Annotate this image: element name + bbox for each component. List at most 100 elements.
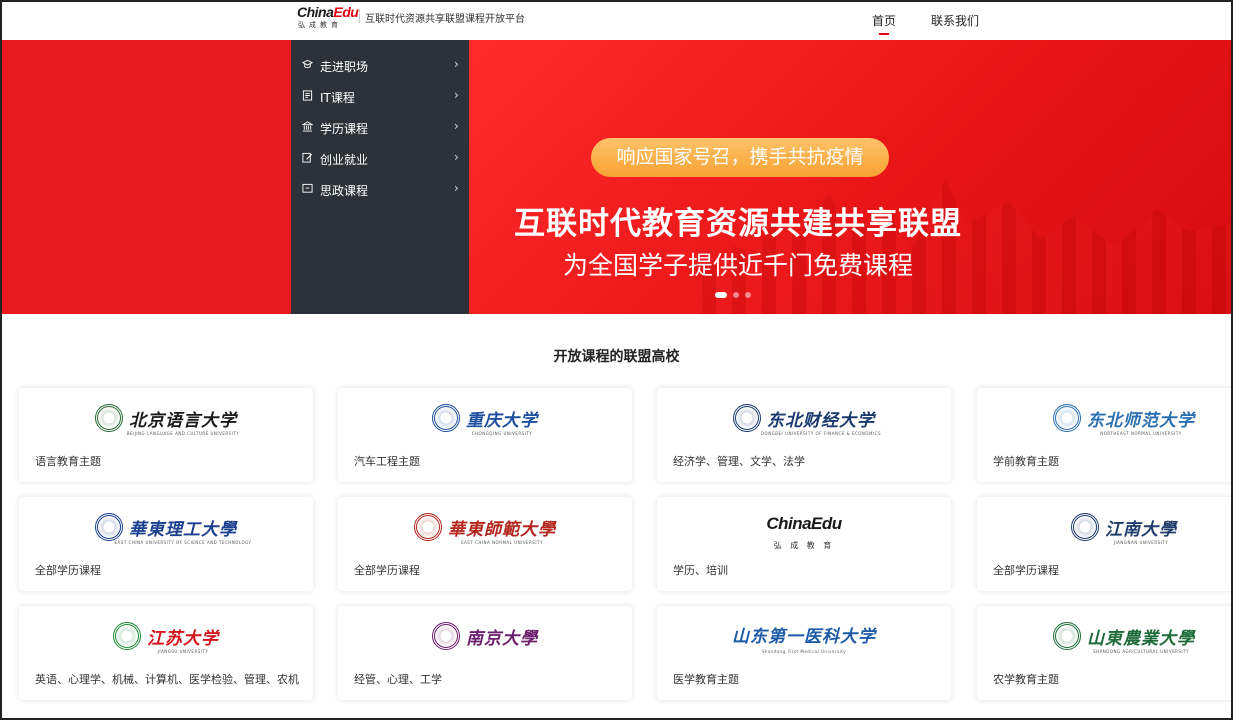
nav-home[interactable]: 首页 bbox=[872, 12, 896, 29]
university-name: ChinaEdu bbox=[766, 513, 842, 533]
carousel-dot-3[interactable] bbox=[745, 292, 751, 298]
menu-item-label: 走进职场 bbox=[320, 60, 369, 74]
menu-item-career[interactable]: 走进职场 › bbox=[291, 50, 469, 80]
university-english-name: 弘 成 教 育 bbox=[773, 541, 835, 550]
category-menu: 走进职场 › IT课程 › 学历课程 › 创业就业 › 思政课程 › bbox=[291, 40, 469, 314]
chinaedu-logo[interactable]: ChinaEdu 弘成教育 bbox=[297, 4, 359, 33]
university-name: 山東農業大學 bbox=[1087, 628, 1195, 649]
menu-item-entrepreneurship[interactable]: 创业就业 › bbox=[291, 143, 469, 173]
banner-subtitle: 为全国学子提供近千门免费课程 bbox=[562, 251, 913, 280]
university-card[interactable]: 華東理工大學 EAST CHINA UNIVERSITY OF SCIENCE A… bbox=[19, 497, 313, 591]
university-card[interactable]: 东北师范大学 NORTHEAST NORMAL UNIVERSITY 学前教育主题 bbox=[977, 388, 1233, 482]
university-name: 華東理工大學 bbox=[129, 519, 237, 540]
university-logo: 江苏大学 JIANGSU UNIVERSITY bbox=[19, 622, 313, 654]
course-topic-description: 全部学历课程 bbox=[993, 564, 1059, 577]
university-card[interactable]: 重庆大学 CHONGQING UNIVERSITY 汽车工程主题 bbox=[338, 388, 632, 482]
chevron-right-icon: › bbox=[454, 119, 459, 133]
university-card[interactable]: 江南大學 JIANGNAN UNIVERSITY 全部学历课程 bbox=[977, 497, 1233, 591]
document-icon bbox=[302, 90, 313, 101]
banner-campaign-pill: 响应国家号召，携手共抗疫情 bbox=[591, 138, 889, 177]
logo-text-edu: Edu bbox=[333, 4, 359, 20]
university-seal-icon bbox=[113, 622, 141, 650]
university-name: 东北师范大学 bbox=[1087, 410, 1195, 431]
university-english-name: BEIJING LANGUAGE AND CULTURE UNIVERSITY bbox=[126, 431, 240, 436]
university-english-name: EAST CHINA NORMAL UNIVERSITY bbox=[461, 540, 543, 545]
university-english-name: JIANGSU UNIVERSITY bbox=[157, 649, 209, 654]
nav-active-indicator bbox=[879, 33, 889, 35]
university-logo: 山东第一医科大学 Shandong First Medical Universit… bbox=[657, 622, 951, 654]
university-card[interactable]: 山東農業大學 SHANDONG AGRICULTURAL UNIVERSITY 农学… bbox=[977, 606, 1233, 700]
university-seal-icon bbox=[1071, 513, 1099, 541]
course-topic-description: 英语、心理学、机械、计算机、医学检验、管理、农机 bbox=[35, 673, 299, 686]
university-seal-icon bbox=[95, 513, 123, 541]
menu-item-ideology[interactable]: 思政课程 › bbox=[291, 174, 469, 204]
course-topic-description: 学历、培训 bbox=[673, 564, 728, 577]
menu-item-label: IT课程 bbox=[320, 91, 355, 105]
menu-item-degree[interactable]: 学历课程 › bbox=[291, 112, 469, 142]
menu-item-label: 学历课程 bbox=[320, 122, 369, 136]
university-seal-icon bbox=[1053, 404, 1081, 432]
university-name: 北京语言大学 bbox=[129, 410, 237, 431]
university-english-name: SHANDONG AGRICULTURAL UNIVERSITY bbox=[1093, 649, 1189, 654]
university-logo: 華東師範大學 EAST CHINA NORMAL UNIVERSITY bbox=[338, 513, 632, 545]
chevron-right-icon: › bbox=[454, 88, 459, 102]
screen-icon bbox=[302, 183, 313, 193]
course-topic-description: 全部学历课程 bbox=[354, 564, 420, 577]
menu-item-it[interactable]: IT课程 › bbox=[291, 81, 469, 111]
edit-icon bbox=[302, 152, 313, 163]
building-icon bbox=[302, 121, 313, 132]
university-name: 东北财经大学 bbox=[767, 410, 875, 431]
university-seal-icon bbox=[733, 404, 761, 432]
nav-contact-us[interactable]: 联系我们 bbox=[931, 12, 979, 29]
chevron-right-icon: › bbox=[454, 150, 459, 164]
course-topic-description: 全部学历课程 bbox=[35, 564, 101, 577]
university-english-name: JIANGNAN UNIVERSITY bbox=[1113, 540, 1169, 545]
university-card[interactable]: 華東師範大學 EAST CHINA NORMAL UNIVERSITY 全部学历课程 bbox=[338, 497, 632, 591]
menu-item-label: 创业就业 bbox=[320, 153, 369, 167]
university-card[interactable]: 北京语言大学 BEIJING LANGUAGE AND CULTURE UNIVE… bbox=[19, 388, 313, 482]
university-seal-icon bbox=[1053, 622, 1081, 650]
course-topic-description: 农学教育主题 bbox=[993, 673, 1059, 686]
hero-banner[interactable]: 响应国家号召，携手共抗疫情 互联时代教育资源共建共享联盟 为全国学子提供近千门免… bbox=[2, 40, 1231, 314]
university-english-name: EAST CHINA UNIVERSITY OF SCIENCE AND TEC… bbox=[114, 540, 252, 545]
university-logo: 山東農業大學 SHANDONG AGRICULTURAL UNIVERSITY bbox=[977, 622, 1233, 654]
university-logo: 江南大學 JIANGNAN UNIVERSITY bbox=[977, 513, 1233, 545]
university-logo: 北京语言大学 BEIJING LANGUAGE AND CULTURE UNIVE… bbox=[19, 404, 313, 436]
course-topic-description: 医学教育主题 bbox=[673, 673, 739, 686]
university-logo: 華東理工大學 EAST CHINA UNIVERSITY OF SCIENCE A… bbox=[19, 513, 313, 545]
menu-item-label: 思政课程 bbox=[320, 184, 369, 198]
university-logo: 东北财经大学 DONGBEI UNIVERSITY OF FINANCE & EC… bbox=[657, 404, 951, 436]
university-name: 山东第一医科大学 bbox=[732, 627, 876, 647]
course-topic-description: 经管、心理、工学 bbox=[354, 673, 442, 686]
university-card[interactable]: 山东第一医科大学 Shandong First Medical Universit… bbox=[657, 606, 951, 700]
university-english-name: CHONGQING UNIVERSITY bbox=[471, 431, 533, 436]
chevron-right-icon: › bbox=[454, 181, 459, 195]
banner-title: 互联时代教育资源共建共享联盟 bbox=[514, 206, 962, 242]
course-topic-description: 学前教育主题 bbox=[993, 455, 1059, 468]
university-logo: 南京大學 bbox=[338, 622, 632, 652]
graduation-cap-icon bbox=[302, 59, 313, 69]
university-card[interactable]: 南京大學经管、心理、工学 bbox=[338, 606, 632, 700]
logo-text-china: China bbox=[297, 4, 334, 20]
carousel-dot-1[interactable] bbox=[715, 292, 727, 298]
university-logo: ChinaEdu 弘 成 教 育 bbox=[657, 513, 951, 551]
course-topic-description: 语言教育主题 bbox=[35, 455, 101, 468]
university-seal-icon bbox=[432, 622, 460, 650]
university-seal-icon bbox=[432, 404, 460, 432]
university-card[interactable]: ChinaEdu 弘 成 教 育学历、培训 bbox=[657, 497, 951, 591]
university-name: 南京大學 bbox=[466, 628, 538, 649]
chevron-right-icon: › bbox=[454, 57, 459, 71]
university-name: 江苏大学 bbox=[147, 628, 219, 649]
university-card[interactable]: 江苏大学 JIANGSU UNIVERSITY 英语、心理学、机械、计算机、医学检验… bbox=[19, 606, 313, 700]
section-title: 开放课程的联盟高校 bbox=[553, 349, 680, 365]
course-topic-description: 汽车工程主题 bbox=[354, 455, 420, 468]
university-card[interactable]: 东北财经大学 DONGBEI UNIVERSITY OF FINANCE & EC… bbox=[657, 388, 951, 482]
university-name: 重庆大学 bbox=[466, 410, 538, 431]
university-english-name: Shandong First Medical University bbox=[761, 649, 847, 654]
logo-divider bbox=[359, 9, 360, 23]
carousel-dot-2[interactable] bbox=[733, 292, 739, 298]
university-name: 江南大學 bbox=[1105, 519, 1177, 540]
course-topic-description: 经济学、管理、文学、法学 bbox=[673, 455, 805, 468]
logo-subtext: 弘成教育 bbox=[298, 21, 342, 29]
university-logo: 重庆大学 CHONGQING UNIVERSITY bbox=[338, 404, 632, 436]
